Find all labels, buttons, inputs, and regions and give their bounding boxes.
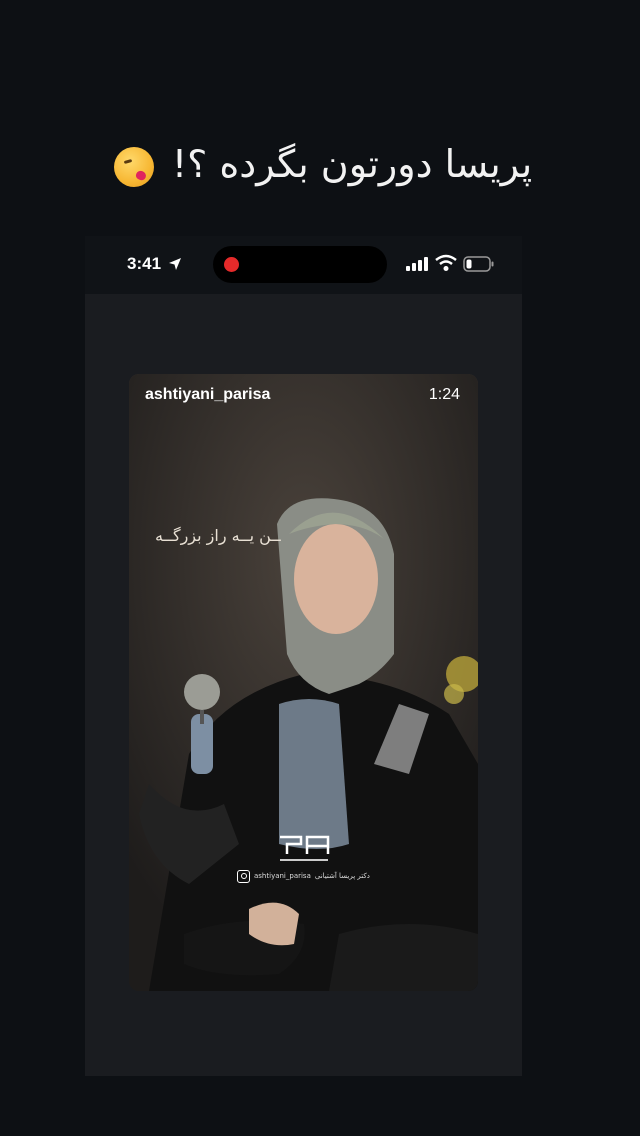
wifi-icon bbox=[435, 254, 457, 271]
phone-screenshot: 3:41 ashtiyani_parisa 1:24 ــن یــه راز … bbox=[85, 236, 522, 1076]
shared-reel[interactable]: ashtiyani_parisa 1:24 ــن یــه راز بزرگـ… bbox=[129, 374, 478, 991]
instagram-icon bbox=[237, 869, 250, 883]
post-caption: پریسا دورتون بگرده ؟! bbox=[0, 140, 640, 188]
kissing-face-emoji-icon bbox=[113, 146, 154, 187]
video-subtitle: ــن یــه راز بزرگــه bbox=[155, 526, 281, 545]
reel-video-frame bbox=[129, 374, 478, 991]
watermark-logo-icon bbox=[280, 835, 330, 861]
reel-duration: 1:24 bbox=[428, 386, 460, 403]
battery-low-icon bbox=[463, 256, 494, 272]
signal-icon bbox=[406, 257, 428, 271]
dynamic-island bbox=[213, 246, 387, 283]
recording-dot-icon bbox=[224, 257, 239, 272]
watermark-handle: ashtiyani_parisa bbox=[254, 872, 311, 880]
story-content: ashtiyani_parisa 1:24 ــن یــه راز بزرگـ… bbox=[85, 294, 522, 1076]
status-bar: 3:41 bbox=[85, 236, 522, 294]
reel-username[interactable]: ashtiyani_parisa bbox=[145, 386, 270, 404]
watermark-name: دکتر پریسا آشتیانی bbox=[314, 872, 370, 880]
location-arrow-icon bbox=[169, 258, 181, 270]
caption-text: پریسا دورتون بگرده ؟! bbox=[171, 142, 533, 186]
watermark-socials: ashtiyani_parisa دکتر پریسا آشتیانی bbox=[237, 866, 397, 886]
status-time: 3:41 bbox=[127, 254, 162, 273]
